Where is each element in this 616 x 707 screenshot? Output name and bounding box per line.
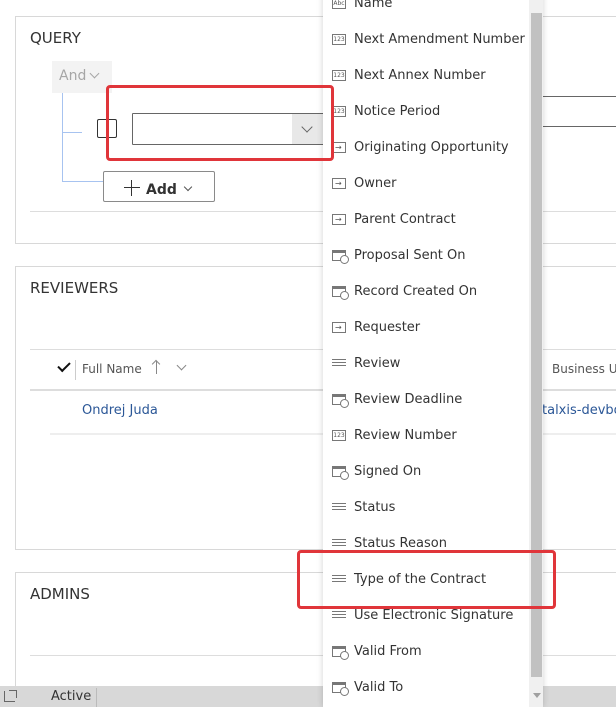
field-option[interactable]: 123 Next Annex Number bbox=[323, 58, 528, 94]
option-set-icon bbox=[332, 574, 346, 585]
condition-field-select[interactable] bbox=[132, 113, 324, 145]
field-option[interactable]: Review Deadline bbox=[323, 382, 528, 418]
business-unit-link[interactable]: talxis-devbo bbox=[542, 403, 616, 418]
chevron-down-icon[interactable] bbox=[292, 114, 323, 144]
field-option-label: Status bbox=[354, 500, 396, 515]
lookup-field-icon bbox=[332, 130, 346, 166]
field-option[interactable]: Signed On bbox=[323, 454, 528, 490]
field-option-label: Proposal Sent On bbox=[354, 248, 466, 263]
column-header-full-name[interactable]: Full Name bbox=[82, 362, 142, 376]
tree-line bbox=[62, 93, 63, 182]
option-set-icon bbox=[332, 610, 346, 621]
field-option-label: Next Amendment Number bbox=[354, 32, 525, 47]
field-option[interactable]: 123 Review Number bbox=[323, 418, 528, 454]
date-field-icon bbox=[332, 682, 349, 696]
field-option[interactable]: 123 Next Amendment Number bbox=[323, 22, 528, 58]
chevron-down-icon[interactable] bbox=[176, 360, 187, 371]
group-operator-dropdown[interactable]: And bbox=[52, 61, 112, 93]
field-option[interactable]: Status bbox=[323, 490, 528, 526]
field-option[interactable]: Proposal Sent On bbox=[323, 238, 528, 274]
field-option[interactable]: Status Reason bbox=[323, 526, 528, 562]
sort-ascending-icon bbox=[156, 361, 157, 374]
field-option[interactable]: Use Electronic Signature bbox=[323, 598, 528, 634]
status-separator bbox=[96, 688, 97, 707]
field-option-label: Signed On bbox=[354, 464, 422, 479]
field-option-label: Parent Contract bbox=[354, 212, 456, 227]
select-all-checkmark-icon[interactable] bbox=[57, 358, 71, 373]
column-separator bbox=[75, 360, 76, 380]
column-header-business-unit[interactable]: Business Unit bbox=[552, 362, 616, 376]
field-option-label: Notice Period bbox=[354, 104, 441, 119]
option-set-icon bbox=[332, 538, 346, 549]
field-option-label: Valid To bbox=[354, 680, 404, 695]
field-option-label: Originating Opportunity bbox=[354, 140, 509, 155]
add-label: Add bbox=[146, 182, 177, 198]
tree-line bbox=[62, 132, 82, 133]
field-option[interactable]: Originating Opportunity bbox=[323, 130, 528, 166]
field-option[interactable]: Parent Contract bbox=[323, 202, 528, 238]
scrollbar[interactable] bbox=[529, 0, 543, 707]
text-field-icon: Abc bbox=[332, 0, 346, 9]
chevron-down-icon bbox=[183, 182, 193, 192]
field-option-label: Record Created On bbox=[354, 284, 478, 299]
record-status: Active bbox=[51, 689, 92, 704]
reviewers-title: REVIEWERS bbox=[30, 279, 119, 297]
number-field-icon: 123 bbox=[332, 430, 346, 441]
field-option[interactable]: Owner bbox=[323, 166, 528, 202]
lookup-field-icon bbox=[332, 202, 346, 238]
field-option-label: Review Deadline bbox=[354, 392, 463, 407]
group-operator-label: And bbox=[59, 68, 87, 84]
plus-icon bbox=[124, 180, 140, 196]
field-option-label: Status Reason bbox=[354, 536, 447, 551]
option-set-icon bbox=[332, 502, 346, 513]
field-option[interactable]: Requester bbox=[323, 310, 528, 346]
lookup-field-icon bbox=[332, 310, 346, 346]
lookup-field-icon bbox=[332, 166, 346, 202]
expand-icon[interactable] bbox=[4, 690, 17, 702]
field-option[interactable]: Valid From bbox=[323, 634, 528, 670]
add-condition-button[interactable]: Add bbox=[103, 171, 215, 202]
field-option-label: Type of the Contract bbox=[354, 572, 487, 587]
field-option[interactable]: Valid To bbox=[323, 670, 528, 706]
date-field-icon bbox=[332, 466, 349, 480]
date-field-icon bbox=[332, 250, 349, 264]
query-title: QUERY bbox=[30, 29, 81, 47]
field-option[interactable]: Type of the Contract bbox=[323, 562, 528, 598]
field-option-label: Review Number bbox=[354, 428, 457, 443]
field-option-label: Name bbox=[354, 0, 393, 11]
number-field-icon: 123 bbox=[332, 34, 346, 45]
field-option-label: Requester bbox=[354, 320, 421, 335]
field-option[interactable]: Review bbox=[323, 346, 528, 382]
number-field-icon: 123 bbox=[332, 106, 346, 117]
date-field-icon bbox=[332, 394, 349, 408]
field-option[interactable]: Record Created On bbox=[323, 274, 528, 310]
date-field-icon bbox=[332, 286, 349, 300]
admins-title: ADMINS bbox=[30, 585, 90, 603]
field-option[interactable]: 123 Notice Period bbox=[323, 94, 528, 130]
chevron-down-icon bbox=[89, 68, 100, 79]
full-name-link[interactable]: Ondrej Juda bbox=[82, 403, 158, 418]
scrollbar-thumb[interactable] bbox=[531, 13, 542, 677]
tree-line bbox=[62, 181, 104, 182]
field-option-label: Use Electronic Signature bbox=[354, 608, 514, 623]
scroll-down-arrow-icon[interactable] bbox=[533, 693, 541, 698]
field-option-label: Valid From bbox=[354, 644, 422, 659]
field-option-label: Next Annex Number bbox=[354, 68, 486, 83]
page: QUERY And Add REVIEWERS Full Name Busine… bbox=[0, 0, 616, 707]
field-dropdown-list[interactable]: Abc Name 123 Next Amendment Number 123 Next A… bbox=[323, 0, 543, 707]
field-option[interactable]: Abc Name bbox=[323, 0, 528, 22]
option-set-icon bbox=[332, 358, 346, 369]
date-field-icon bbox=[332, 646, 349, 660]
field-option-label: Owner bbox=[354, 176, 397, 191]
condition-checkbox[interactable] bbox=[97, 119, 117, 138]
field-option-label: Review bbox=[354, 356, 401, 371]
number-field-icon: 123 bbox=[332, 70, 346, 81]
